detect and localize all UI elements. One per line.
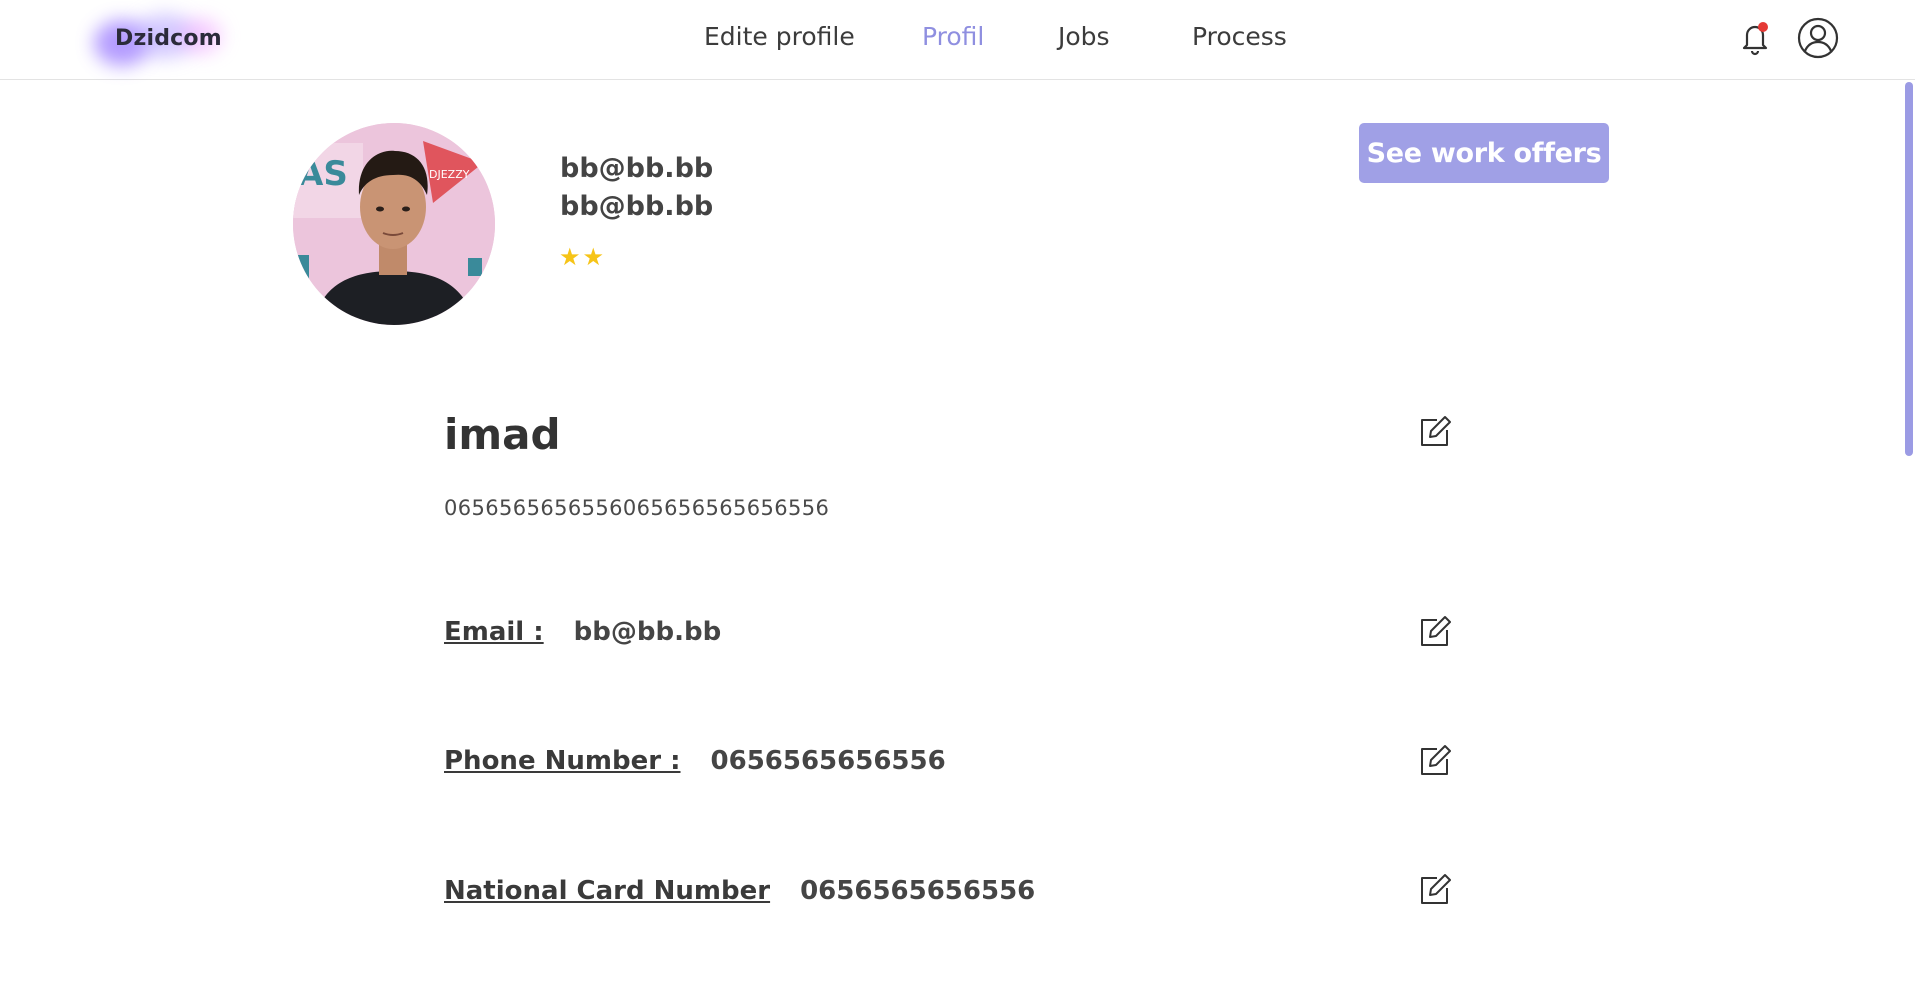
edit-icon[interactable] bbox=[1417, 743, 1453, 779]
email-value: bb@bb.bb bbox=[573, 617, 722, 647]
rating-stars: ★★ bbox=[559, 243, 607, 271]
phone-value: 0656565656556 bbox=[710, 746, 946, 776]
phone-row: Phone Number : 0656565656556 bbox=[444, 746, 946, 776]
email-row: Email : bb@bb.bb bbox=[444, 617, 721, 647]
national-card-value: 0656565656556 bbox=[800, 876, 1036, 906]
email-label: Email : bbox=[444, 617, 544, 647]
svg-text:AS: AS bbox=[297, 154, 348, 194]
see-work-offers-button[interactable]: See work offers bbox=[1359, 123, 1609, 183]
bell-icon[interactable] bbox=[1738, 20, 1772, 56]
edit-icon[interactable] bbox=[1417, 414, 1453, 450]
nav-jobs[interactable]: Jobs bbox=[1058, 22, 1110, 51]
avatar: AS DJEZZY bbox=[293, 123, 495, 325]
top-header: Dzidcom Edite profile Profil Jobs Proces… bbox=[0, 0, 1915, 80]
nav-process[interactable]: Process bbox=[1192, 22, 1287, 51]
user-circle-icon[interactable] bbox=[1797, 17, 1839, 59]
national-card-row: National Card Number 0656565656556 bbox=[444, 876, 1035, 906]
profile-subline: 0656565656556065656565656556 bbox=[444, 496, 830, 520]
edit-icon[interactable] bbox=[1417, 872, 1453, 908]
edit-icon[interactable] bbox=[1417, 614, 1453, 650]
nav-profil[interactable]: Profil bbox=[922, 22, 984, 51]
profile-id-line-2: bb@bb.bb bbox=[560, 191, 714, 222]
svg-text:DJEZZY: DJEZZY bbox=[429, 168, 470, 181]
national-card-label: National Card Number bbox=[444, 876, 771, 906]
nav-edit-profile[interactable]: Edite profile bbox=[704, 22, 855, 51]
profile-identity: bb@bb.bb bb@bb.bb bbox=[560, 150, 713, 226]
profile-id-line-1: bb@bb.bb bbox=[560, 153, 714, 184]
profile-name: imad bbox=[444, 410, 561, 459]
scrollbar-thumb[interactable] bbox=[1905, 82, 1913, 456]
main-nav: Edite profile Profil Jobs Process bbox=[0, 22, 1915, 56]
phone-label: Phone Number : bbox=[444, 746, 681, 776]
notification-dot bbox=[1758, 22, 1768, 32]
